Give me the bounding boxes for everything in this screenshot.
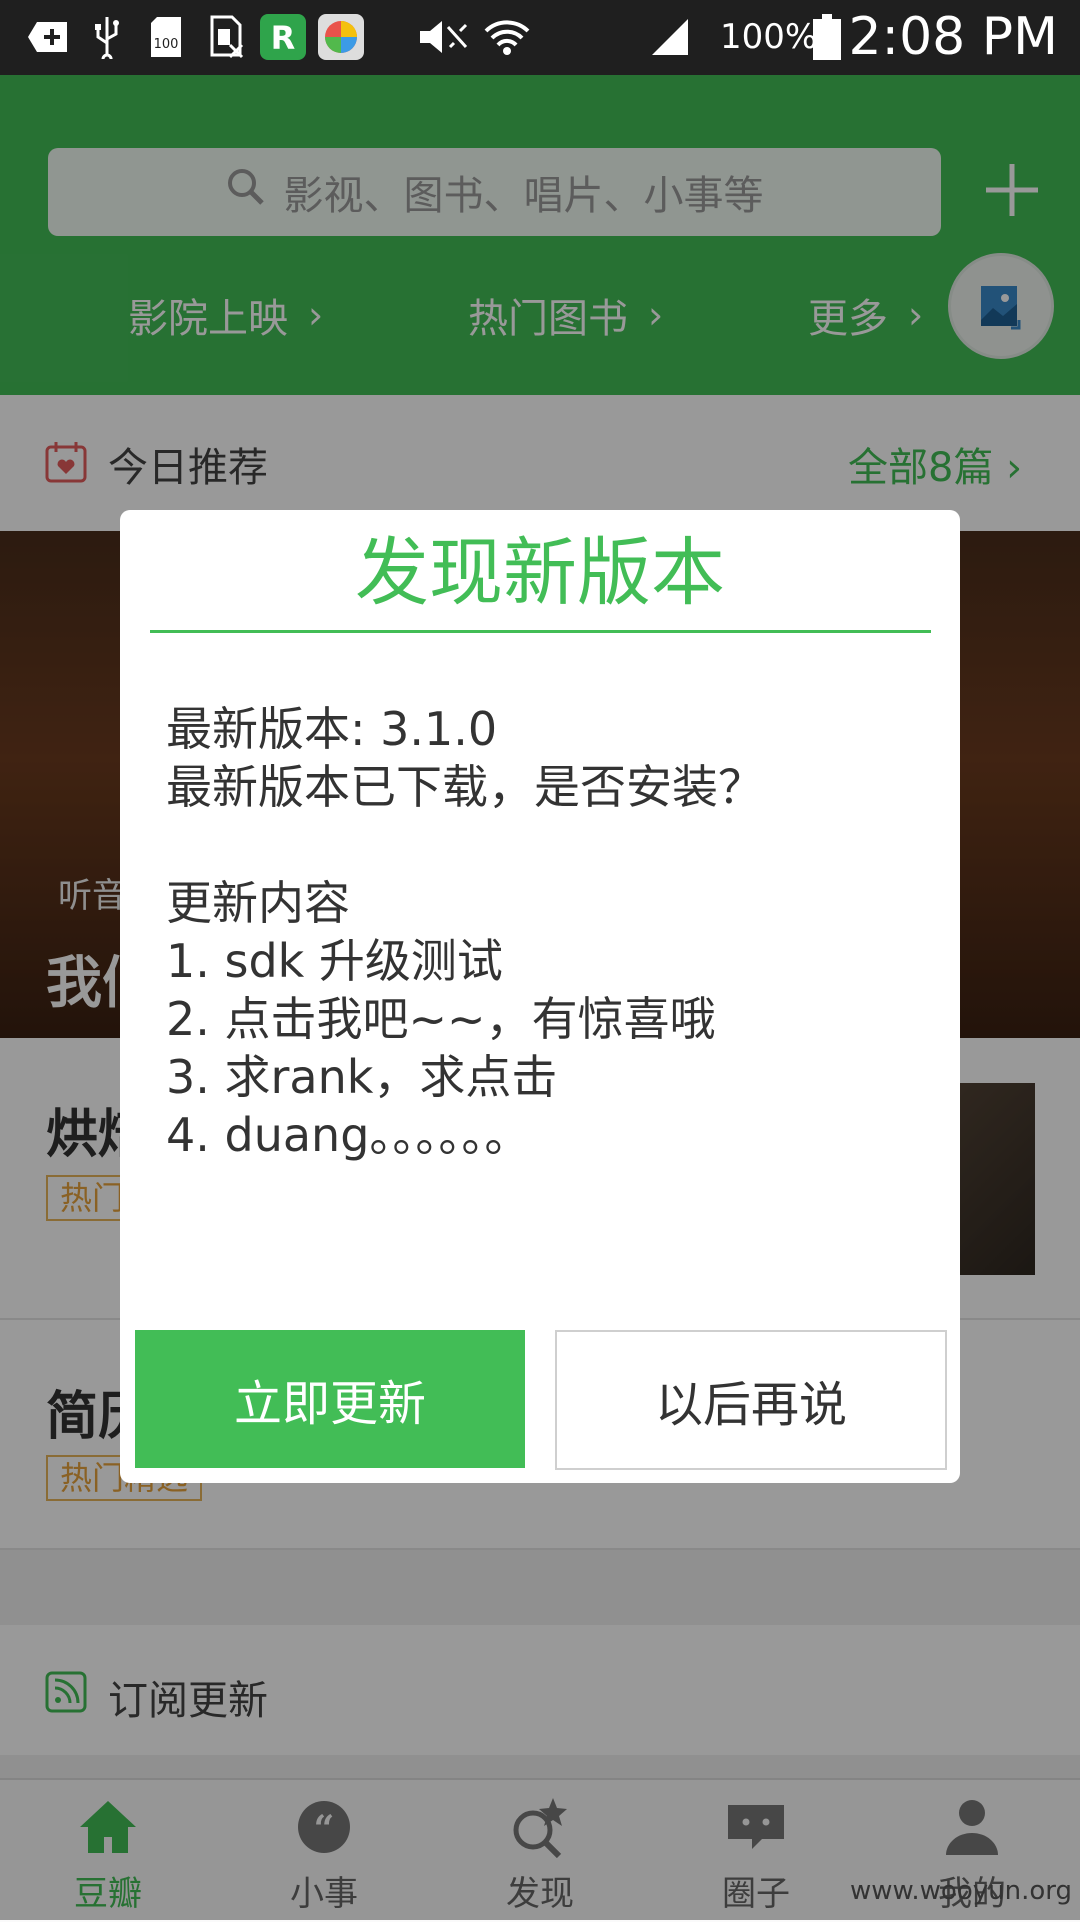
dialog-message: 最新版本: 3.1.0 最新版本已下载，是否安装？ 更新内容 1. sdk 升级… [166,700,926,1164]
dialog-line: 3. 求rank，求点击 [166,1050,558,1104]
renren-app-icon: R [260,14,306,60]
add-box-icon [26,14,70,60]
dialog-line: 2. 点击我吧~~，有惊喜哦 [166,992,716,1046]
dialog-line: 最新版本: 3.1.0 [166,702,498,756]
later-button[interactable]: 以后再说 [555,1330,947,1470]
mute-icon [416,14,472,60]
dialog-title: 发现新版本 [355,530,725,616]
dialog-line: 更新内容 [166,876,350,930]
wifi-icon [484,14,530,60]
sdcard-label: 100 [154,37,179,52]
battery-percent: 100% [720,17,818,57]
dialog-line: 4. duang。。。。。。 [166,1108,531,1162]
status-bar: 100 R 100% 2:08 PM [0,0,1080,75]
dialog-title-divider [150,630,931,633]
dialog-line: 1. sdk 升级测试 [166,934,503,988]
update-now-button[interactable]: 立即更新 [135,1330,525,1468]
sim-off-icon [206,14,246,60]
dialog-line [166,816,926,874]
sdcard-icon: 100 [148,14,184,60]
colorful-app-icon [318,14,364,60]
clock: 2:08 PM [848,7,1058,67]
svg-text:R: R [271,19,296,57]
dialog-line: 最新版本已下载，是否安装？ [166,760,764,814]
signal-icon [650,14,690,60]
usb-icon [90,14,124,60]
battery-icon [812,14,842,60]
